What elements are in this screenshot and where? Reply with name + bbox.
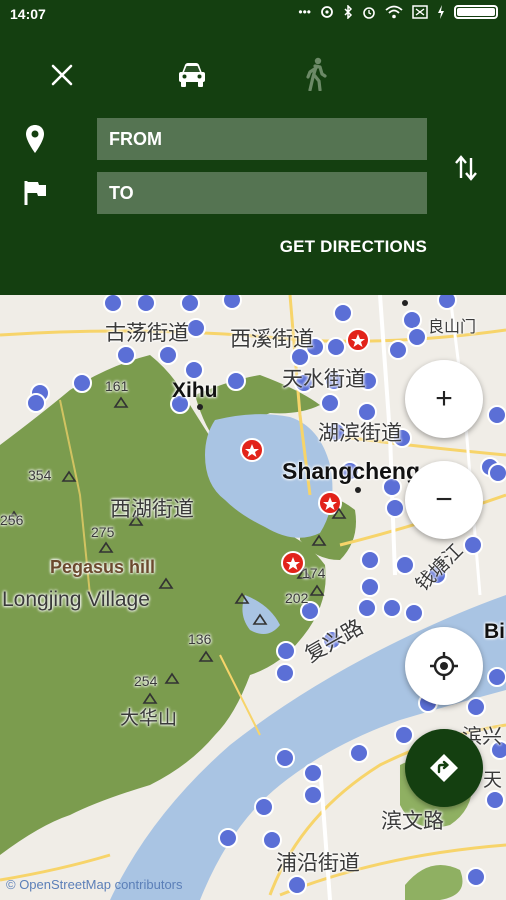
status-bar: 14:07 ••• — [0, 0, 506, 30]
to-input[interactable] — [97, 172, 427, 214]
map-label: 西湖街道 — [110, 498, 194, 521]
peak-elevation: 275 — [91, 524, 115, 540]
my-location-button[interactable] — [405, 627, 483, 705]
battery-level — [457, 8, 495, 16]
peak-elevation: 161 — [105, 378, 129, 394]
map-label: Longjing Village — [2, 588, 150, 611]
peak-elevation: 256 — [0, 512, 24, 528]
swap-icon — [455, 155, 477, 181]
charging-icon — [438, 5, 444, 19]
crosshair-icon — [430, 652, 458, 680]
map-label: 西溪街道 — [230, 328, 314, 351]
from-input[interactable] — [97, 118, 427, 160]
minus-icon: − — [435, 483, 453, 516]
destination-flag-icon — [22, 178, 50, 208]
wifi-icon — [385, 5, 403, 19]
close-button[interactable] — [44, 57, 80, 93]
peak-elevation: 254 — [134, 673, 158, 689]
map-label: 天水街道 — [282, 368, 366, 391]
sync-icon — [321, 6, 333, 18]
drive-mode-tab[interactable] — [170, 55, 214, 95]
get-directions-button[interactable]: GET DIRECTIONS — [280, 237, 427, 257]
map-label: 良山门 — [428, 319, 477, 336]
map-label: 大华山 — [120, 708, 178, 729]
origin-pin-icon — [22, 122, 48, 156]
map-label: 天 — [483, 770, 503, 791]
map-attribution[interactable]: © OpenStreetMap contributors — [6, 877, 183, 892]
walk-icon — [306, 57, 327, 91]
walk-mode-tab[interactable] — [296, 52, 336, 96]
car-icon — [179, 63, 205, 87]
alarm-icon — [363, 7, 375, 19]
sim-card-icon — [412, 5, 428, 19]
directions-icon — [430, 754, 458, 782]
peak-elevation: 174 — [302, 565, 326, 581]
plus-icon: + — [435, 382, 453, 415]
close-icon — [51, 64, 73, 86]
notification-dots: ••• — [298, 5, 311, 19]
map-label: Pegasus hill — [50, 557, 156, 577]
swap-button[interactable] — [450, 148, 482, 188]
bluetooth-icon — [344, 5, 353, 19]
peak-elevation: 202 — [285, 590, 309, 606]
zoom-in-button[interactable]: + — [405, 360, 483, 438]
map-label: Bi — [484, 620, 505, 643]
map-label: 滨文路 — [381, 810, 444, 833]
zoom-out-button[interactable]: − — [405, 461, 483, 539]
peak-elevation: 136 — [188, 631, 212, 647]
map-label: Shangcheng — [282, 458, 421, 484]
status-icons: ••• — [298, 5, 498, 19]
map-label: Xihu — [172, 379, 218, 402]
battery-icon — [454, 5, 498, 19]
map-label: 湖滨街道 — [318, 422, 402, 445]
map-label: 浦沿街道 — [276, 852, 360, 875]
map-label: 古荡街道 — [105, 322, 189, 345]
directions-panel: GET DIRECTIONS — [0, 30, 506, 295]
status-time: 14:07 — [10, 6, 46, 22]
directions-fab[interactable] — [405, 729, 483, 807]
peak-elevation: 354 — [28, 467, 52, 483]
